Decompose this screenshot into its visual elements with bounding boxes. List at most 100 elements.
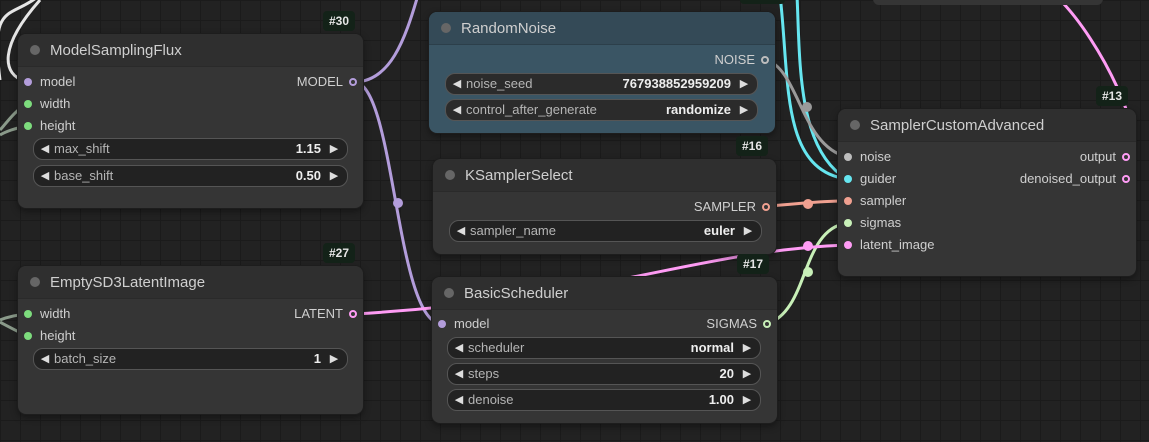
- node-sampler-custom-advanced[interactable]: #13 SamplerCustomAdvanced noise output g…: [838, 86, 1136, 276]
- prev-option-arrow-icon[interactable]: ◀: [452, 338, 466, 358]
- node-id-badge: #17: [736, 254, 769, 274]
- input-width[interactable]: width: [18, 93, 70, 115]
- wire-sampler: [767, 199, 848, 208]
- node-title: EmptySD3LatentImage: [50, 273, 206, 291]
- decrement-arrow-icon[interactable]: ◀: [452, 364, 466, 384]
- output-sigmas[interactable]: SIGMAS: [706, 313, 777, 335]
- input-noise[interactable]: noise: [838, 146, 891, 168]
- output-model[interactable]: MODEL: [297, 71, 363, 93]
- collapse-dot-icon[interactable]: [30, 277, 40, 287]
- next-option-arrow-icon[interactable]: ▶: [737, 100, 751, 120]
- input-model[interactable]: model: [432, 313, 489, 335]
- input-latent-image[interactable]: latent_image: [838, 234, 934, 256]
- decrement-arrow-icon[interactable]: ◀: [38, 139, 52, 159]
- input-slot-icon[interactable]: [844, 241, 852, 249]
- output-sampler[interactable]: SAMPLER: [694, 196, 776, 218]
- node-header[interactable]: KSamplerSelect: [433, 159, 776, 192]
- widget-sampler-name[interactable]: ◀ sampler_name euler ▶: [449, 220, 762, 242]
- wire-model-up: [353, 0, 419, 84]
- increment-arrow-icon[interactable]: ▶: [740, 390, 754, 410]
- input-slot-icon[interactable]: [24, 122, 32, 130]
- output-output[interactable]: output: [1080, 146, 1136, 168]
- increment-arrow-icon[interactable]: ▶: [327, 166, 341, 186]
- output-slot-icon[interactable]: [1122, 175, 1130, 183]
- increment-arrow-icon[interactable]: ▶: [740, 364, 754, 384]
- widget-steps[interactable]: ◀ steps 20 ▶: [447, 363, 761, 385]
- node-id-badge: #16: [735, 136, 768, 156]
- output-slot-icon[interactable]: [761, 56, 769, 64]
- prev-option-arrow-icon[interactable]: ◀: [454, 221, 468, 241]
- wire-sigmas: [766, 221, 848, 326]
- node-header[interactable]: SamplerCustomAdvanced: [838, 109, 1136, 142]
- increment-arrow-icon[interactable]: ▶: [327, 349, 341, 369]
- input-slot-icon[interactable]: [24, 310, 32, 318]
- input-model[interactable]: model: [18, 71, 75, 93]
- node-id-badge: #30: [322, 11, 355, 31]
- widget-control-after-generate[interactable]: ◀ control_after_generate randomize ▶: [445, 99, 758, 121]
- node-title: SamplerCustomAdvanced: [870, 116, 1045, 134]
- input-sampler[interactable]: sampler: [838, 190, 906, 212]
- decrement-arrow-icon[interactable]: ◀: [38, 166, 52, 186]
- node-title: ModelSamplingFlux: [50, 41, 182, 59]
- collapse-dot-icon[interactable]: [444, 288, 454, 298]
- node-ksampler-select[interactable]: #16 KSamplerSelect SAMPLER ◀ sampler_nam…: [433, 136, 776, 254]
- widget-base-shift[interactable]: ◀ base_shift 0.50 ▶: [33, 165, 348, 187]
- node-graph-canvas[interactable]: #30 ModelSamplingFlux model MODEL width …: [0, 0, 1149, 442]
- output-slot-icon[interactable]: [762, 203, 770, 211]
- prev-option-arrow-icon[interactable]: ◀: [450, 100, 464, 120]
- collapse-dot-icon[interactable]: [441, 23, 451, 33]
- widget-noise-seed[interactable]: ◀ noise_seed 767938852959209 ▶: [445, 73, 758, 95]
- input-slot-icon[interactable]: [844, 219, 852, 227]
- output-slot-icon[interactable]: [349, 78, 357, 86]
- partial-node-top-middle: [740, 0, 785, 4]
- input-height[interactable]: height: [18, 115, 75, 137]
- node-title: KSamplerSelect: [465, 166, 573, 184]
- collapse-dot-icon[interactable]: [445, 170, 455, 180]
- node-empty-sd3-latent-image[interactable]: #27 EmptySD3LatentImage width LATENT hei…: [18, 243, 363, 414]
- collapse-dot-icon[interactable]: [850, 120, 860, 130]
- output-slot-icon[interactable]: [763, 320, 771, 328]
- wire-model-to-scheduler: [353, 80, 442, 326]
- output-denoised-output[interactable]: denoised_output: [1020, 168, 1136, 190]
- wire-guider: [779, 0, 848, 181]
- increment-arrow-icon[interactable]: ▶: [737, 74, 751, 94]
- node-header[interactable]: ModelSamplingFlux: [18, 34, 363, 67]
- increment-arrow-icon[interactable]: ▶: [327, 139, 341, 159]
- next-option-arrow-icon[interactable]: ▶: [741, 221, 755, 241]
- wire-noise: [764, 57, 848, 159]
- input-guider[interactable]: guider: [838, 168, 896, 190]
- decrement-arrow-icon[interactable]: ◀: [38, 349, 52, 369]
- input-slot-icon[interactable]: [844, 153, 852, 161]
- output-noise[interactable]: NOISE: [715, 49, 775, 71]
- decrement-arrow-icon[interactable]: ◀: [452, 390, 466, 410]
- widget-denoise[interactable]: ◀ denoise 1.00 ▶: [447, 389, 761, 411]
- input-slot-icon[interactable]: [844, 175, 852, 183]
- node-header[interactable]: RandomNoise: [429, 12, 775, 45]
- node-header[interactable]: EmptySD3LatentImage: [18, 266, 363, 299]
- input-sigmas[interactable]: sigmas: [838, 212, 901, 234]
- node-model-sampling-flux[interactable]: #30 ModelSamplingFlux model MODEL width …: [18, 11, 363, 208]
- collapse-dot-icon[interactable]: [30, 45, 40, 55]
- widget-scheduler[interactable]: ◀ scheduler normal ▶: [447, 337, 761, 359]
- output-slot-icon[interactable]: [1122, 153, 1130, 161]
- decrement-arrow-icon[interactable]: ◀: [450, 74, 464, 94]
- output-latent[interactable]: LATENT: [294, 303, 363, 325]
- input-height[interactable]: height: [18, 325, 75, 347]
- partial-node-top-right: [873, 0, 1103, 5]
- input-width[interactable]: width: [18, 303, 70, 325]
- input-slot-icon[interactable]: [24, 332, 32, 340]
- input-slot-icon[interactable]: [438, 320, 446, 328]
- input-slot-icon[interactable]: [24, 100, 32, 108]
- widget-max-shift[interactable]: ◀ max_shift 1.15 ▶: [33, 138, 348, 160]
- output-slot-icon[interactable]: [349, 310, 357, 318]
- node-basic-scheduler[interactable]: #17 BasicScheduler model SIGMAS ◀ schedu…: [432, 254, 777, 423]
- node-title: BasicScheduler: [464, 284, 569, 302]
- node-header[interactable]: BasicScheduler: [432, 277, 777, 310]
- widget-batch-size[interactable]: ◀ batch_size 1 ▶: [33, 348, 348, 370]
- input-slot-icon[interactable]: [844, 197, 852, 205]
- node-id-badge: #27: [322, 243, 355, 263]
- input-slot-icon[interactable]: [24, 78, 32, 86]
- next-option-arrow-icon[interactable]: ▶: [740, 338, 754, 358]
- node-title: RandomNoise: [461, 19, 557, 37]
- node-random-noise[interactable]: RandomNoise NOISE ◀ noise_seed 767938852…: [429, 12, 775, 133]
